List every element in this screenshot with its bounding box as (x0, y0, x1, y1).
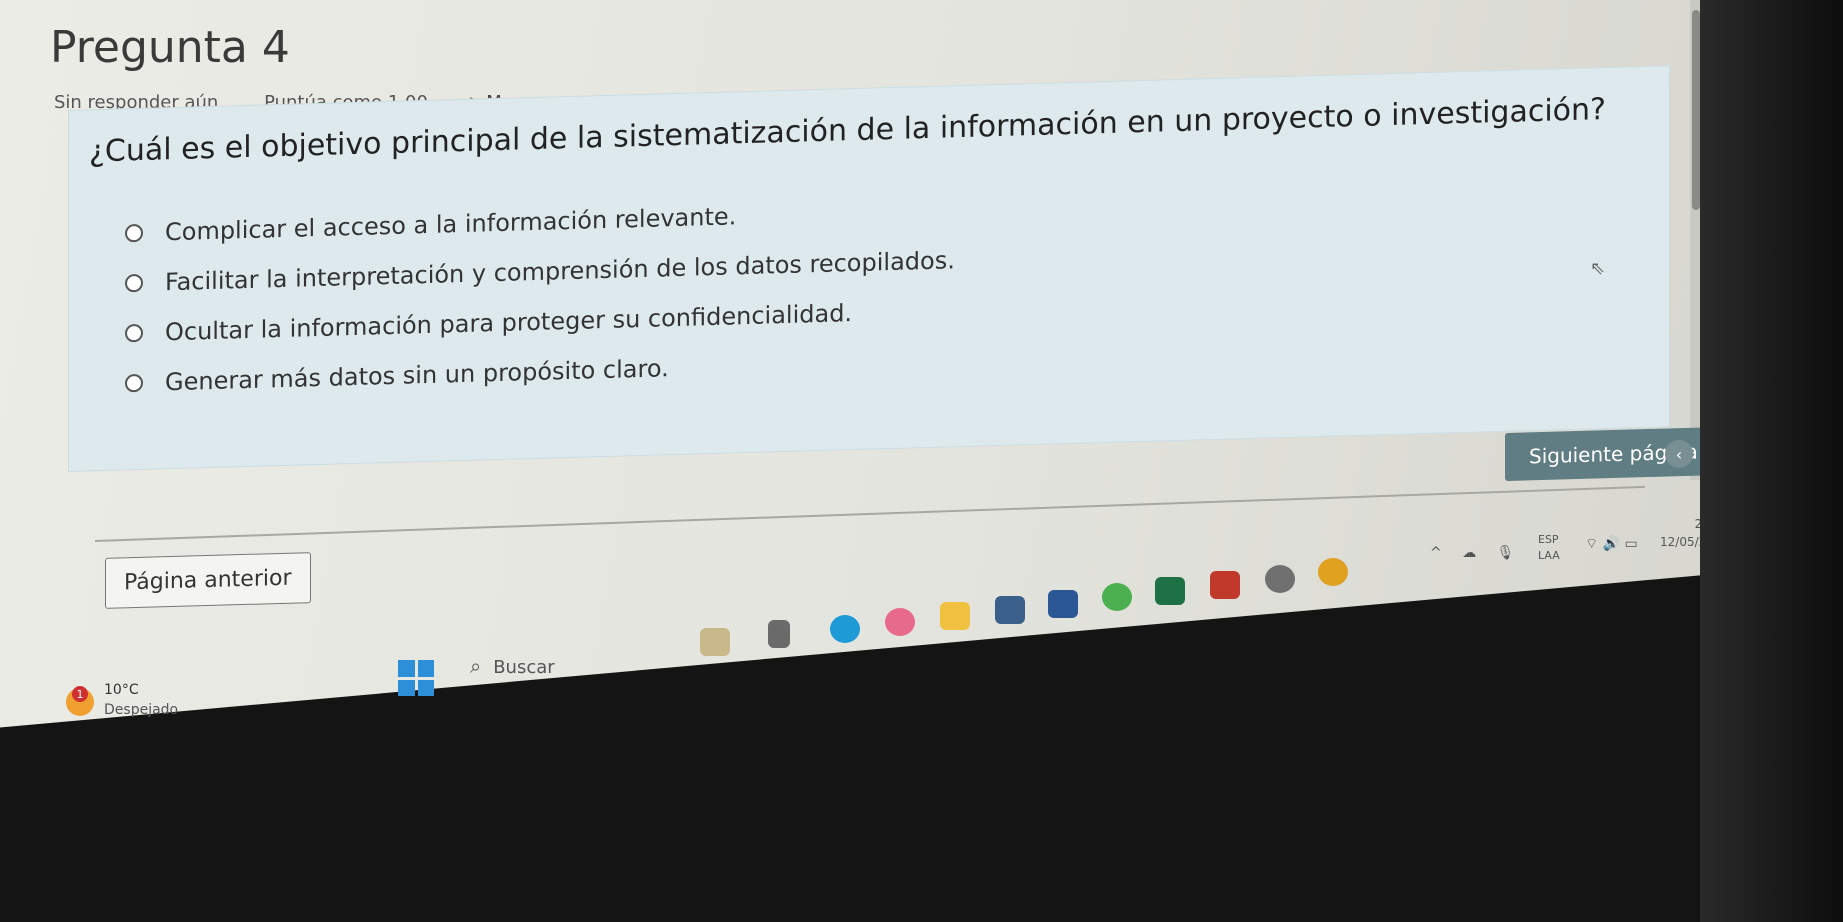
store-icon[interactable] (995, 596, 1025, 624)
wifi-icon: ⌔ (1585, 536, 1599, 552)
answer-option-label: Facilitar la interpretación y comprensió… (165, 246, 955, 297)
task-view-icon[interactable] (768, 620, 790, 648)
chevron-left-icon[interactable]: ‹ (1665, 440, 1693, 468)
input-language-code: ESP (1538, 533, 1559, 546)
folder-icon[interactable] (940, 602, 970, 630)
word-icon[interactable] (1048, 590, 1078, 618)
chrome-icon[interactable] (1102, 583, 1132, 611)
cloud-sync-icon[interactable]: ☁ (1462, 545, 1476, 561)
answer-option-1[interactable]: Complicar el acceso a la información rel… (125, 202, 736, 247)
taskbar-search[interactable]: ⌕ Buscar (470, 654, 555, 678)
question-card: ¿Cuál es el objetivo principal de la sis… (68, 65, 1670, 473)
status-icons[interactable]: ⌔ 🔊 ▭ (1585, 535, 1638, 553)
battery-icon: ▭ (1624, 536, 1638, 552)
file-explorer-icon[interactable] (700, 628, 730, 656)
input-layout-code: LAA (1538, 549, 1560, 562)
answer-option-label: Ocultar la información para proteger su … (165, 299, 853, 347)
search-label: Buscar (493, 657, 555, 678)
excel-icon[interactable] (1155, 577, 1185, 605)
weather-alert-badge: 1 (72, 686, 88, 702)
edge-icon[interactable] (830, 615, 860, 643)
answer-option-label: Generar más datos sin un propósito claro… (165, 354, 669, 397)
chrome-alt-icon[interactable] (1318, 558, 1348, 586)
weather-description[interactable]: Despejado (104, 702, 178, 718)
scrollbar-thumb[interactable] (1692, 10, 1700, 210)
volume-icon: 🔊 (1602, 536, 1621, 552)
question-title: Pregunta 4 (50, 22, 290, 73)
answer-option-label: Complicar el acceso a la información rel… (165, 202, 737, 247)
answer-option-4[interactable]: Generar más datos sin un propósito claro… (125, 354, 669, 397)
previous-page-button[interactable]: Página anterior (105, 552, 311, 609)
radio-button[interactable] (125, 323, 143, 343)
microphone-icon[interactable]: 🎙 (1497, 545, 1515, 561)
windows-start-icon[interactable] (398, 660, 434, 696)
radio-button[interactable] (125, 373, 143, 393)
weather-temperature[interactable]: 10°C (104, 682, 139, 698)
acrobat-icon[interactable] (1210, 571, 1240, 599)
question-text: ¿Cuál es el objetivo principal de la sis… (89, 92, 1606, 170)
radio-button[interactable] (125, 273, 143, 293)
monitor-bezel (1700, 0, 1843, 922)
radio-button[interactable] (125, 223, 143, 243)
answer-option-2[interactable]: Facilitar la interpretación y comprensió… (125, 246, 955, 297)
system-tray: ^ ☁ 🎙 (1430, 545, 1530, 561)
settings-icon[interactable] (1265, 565, 1295, 593)
copilot-icon[interactable] (885, 608, 915, 636)
answer-option-3[interactable]: Ocultar la información para proteger su … (125, 299, 852, 347)
input-language[interactable]: ESP LAA (1538, 532, 1560, 564)
mouse-pointer-icon: ⇖ (1590, 258, 1606, 279)
chevron-up-icon[interactable]: ^ (1430, 545, 1442, 561)
search-icon: ⌕ (470, 654, 482, 678)
